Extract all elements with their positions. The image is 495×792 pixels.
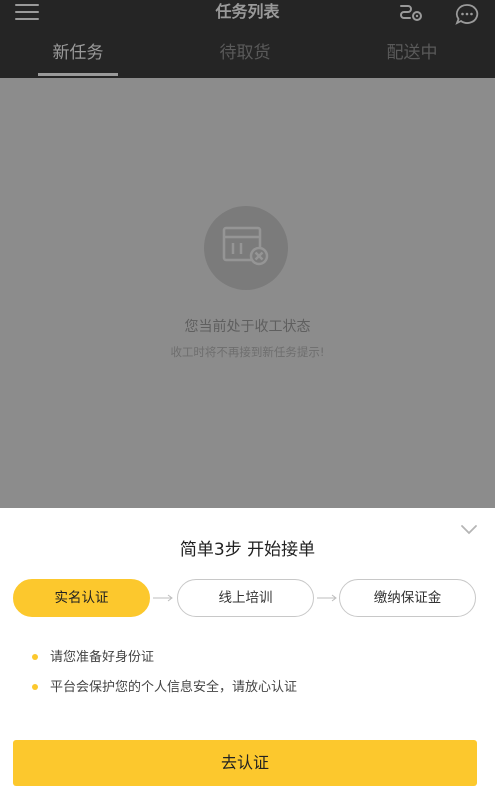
status-title: 您当前处于收工状态 [184,319,311,335]
shop-closed-icon [204,206,288,290]
step-online-training[interactable]: 线上培训 [177,579,314,617]
tab-awaiting-pickup[interactable]: 待取货 [190,36,300,76]
note-text: 平台会保护您的个人信息安全，请放心认证 [50,680,298,695]
status-subtitle: 收工时将不再接到新任务提示! [170,345,325,359]
notes-list: 请您准备好身份证 平台会保护您的个人信息安全，请放心认证 [32,648,297,708]
onboarding-sheet: 简单3步 开始接单 实名认证 线上培训 缴纳保证金 请您准备好身份证 平台会保护… [0,508,495,792]
top-bar: 任务列表 新任务 待取货 配送中 [0,0,495,78]
chat-icon[interactable] [455,3,479,25]
bullet-dot [32,654,38,660]
status-area: 您当前处于收工状态 收工时将不再接到新任务提示! [0,78,495,508]
tab-new-task[interactable]: 新任务 [23,36,133,76]
list-item: 平台会保护您的个人信息安全，请放心认证 [32,678,297,708]
bullet-dot [32,684,38,690]
tab-bar: 新任务 待取货 配送中 [0,36,495,78]
tab-delivering[interactable]: 配送中 [357,36,467,76]
note-text: 请您准备好身份证 [50,650,155,665]
step-deposit[interactable]: 缴纳保证金 [339,579,476,617]
sheet-title: 简单3步 开始接单 [179,540,316,560]
step-real-name[interactable]: 实名认证 [13,579,150,617]
list-item: 请您准备好身份证 [32,648,297,678]
arrow-right-icon [153,594,173,602]
route-icon[interactable] [398,2,424,24]
active-tab-indicator [38,73,118,76]
arrow-right-icon [317,594,337,602]
verify-button[interactable]: 去认证 [13,740,477,786]
